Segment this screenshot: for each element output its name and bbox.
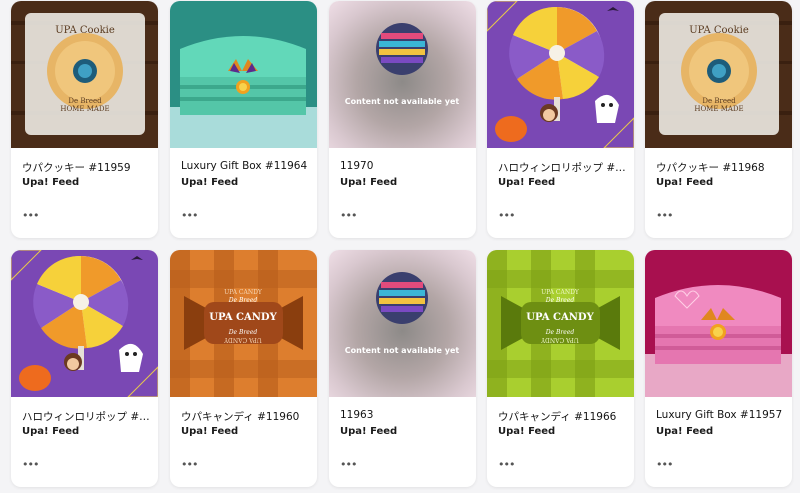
image-text: UPA CANDY <box>526 312 594 323</box>
nft-thumbnail-unavailable[interactable]: Content not available yet <box>329 1 476 148</box>
more-options-icon[interactable]: ••• <box>340 210 358 221</box>
more-options-icon[interactable]: ••• <box>181 459 199 470</box>
nft-title[interactable]: ハロウィンロリポップ #11... <box>22 409 150 424</box>
nft-title[interactable]: 11970 <box>340 160 468 172</box>
nft-thumbnail-cookie[interactable]: UPA Cookie De Breed HOME MADE <box>11 1 158 148</box>
more-options-icon[interactable]: ••• <box>22 459 40 470</box>
image-text: UPA CANDY <box>209 312 277 323</box>
more-options-icon[interactable]: ••• <box>22 210 40 221</box>
image-text: UPA Cookie <box>55 25 115 36</box>
nft-card[interactable]: Content not available yet 11970 Upa! Fee… <box>329 1 476 238</box>
nft-thumbnail-lollipop[interactable] <box>11 250 158 397</box>
nft-card[interactable]: Content not available yet 11963 Upa! Fee… <box>329 250 476 487</box>
collection-name[interactable]: Upa! Feed <box>656 426 713 437</box>
collection-name[interactable]: Upa! Feed <box>181 177 238 188</box>
nft-thumbnail-giftbox[interactable] <box>645 250 792 397</box>
nft-thumbnail-unavailable[interactable]: Content not available yet <box>329 250 476 397</box>
more-options-icon[interactable]: ••• <box>340 459 358 470</box>
nft-title[interactable]: Luxury Gift Box #11957 <box>656 409 784 421</box>
unavailable-message: Content not available yet <box>345 97 460 106</box>
collection-name[interactable]: Upa! Feed <box>340 177 397 188</box>
collection-name[interactable]: Upa! Feed <box>22 426 79 437</box>
nft-card[interactable]: UPA CANDY De Breed UPA CANDY De Breed UP… <box>170 250 317 487</box>
more-options-icon[interactable]: ••• <box>656 459 674 470</box>
nft-card[interactable]: Luxury Gift Box #11957 Upa! Feed ••• <box>645 250 792 487</box>
nft-title[interactable]: ハロウィンロリポップ #11... <box>498 160 626 175</box>
more-options-icon[interactable]: ••• <box>656 210 674 221</box>
image-text: UPA CANDY <box>224 289 263 296</box>
nft-thumbnail-lollipop[interactable] <box>487 1 634 148</box>
image-text: De Breed <box>702 97 736 105</box>
nft-card[interactable]: UPA Cookie De Breed HOME MADE ウパクッキー #11… <box>645 1 792 238</box>
nft-grid: UPA Cookie De Breed HOME MADE ウパクッキー #11… <box>0 0 800 493</box>
nft-title[interactable]: ウパクッキー #11968 <box>656 160 784 175</box>
more-options-icon[interactable]: ••• <box>498 210 516 221</box>
nft-card[interactable]: UPA Cookie De Breed HOME MADE ウパクッキー #11… <box>11 1 158 238</box>
nft-title[interactable]: 11963 <box>340 409 468 421</box>
unavailable-message: Content not available yet <box>345 346 460 355</box>
collection-name[interactable]: Upa! Feed <box>22 177 79 188</box>
image-text: UPA CANDY <box>541 289 580 296</box>
nft-thumbnail-candy[interactable]: UPA CANDY De Breed UPA CANDY De Breed UP… <box>170 250 317 397</box>
nft-title[interactable]: ウパクッキー #11959 <box>22 160 150 175</box>
nft-thumbnail-candy[interactable]: UPA CANDY De Breed UPA CANDY De Breed UP… <box>487 250 634 397</box>
nft-thumbnail-cookie[interactable]: UPA Cookie De Breed HOME MADE <box>645 1 792 148</box>
image-text: UPA CANDY <box>540 336 579 343</box>
nft-title[interactable]: Luxury Gift Box #11964 <box>181 160 309 172</box>
image-text: De Breed <box>68 97 102 105</box>
collection-name[interactable]: Upa! Feed <box>498 177 555 188</box>
image-text: De Breed <box>545 329 575 336</box>
nft-title[interactable]: ウパキャンディ #11966 <box>498 409 626 424</box>
more-options-icon[interactable]: ••• <box>498 459 516 470</box>
more-options-icon[interactable]: ••• <box>181 210 199 221</box>
nft-card[interactable]: Luxury Gift Box #11964 Upa! Feed ••• <box>170 1 317 238</box>
image-text: De Breed <box>228 329 258 336</box>
image-text: HOME MADE <box>60 105 109 113</box>
image-text: De Breed <box>545 297 575 304</box>
collection-name[interactable]: Upa! Feed <box>498 426 555 437</box>
collection-name[interactable]: Upa! Feed <box>340 426 397 437</box>
image-text: HOME MADE <box>694 105 743 113</box>
nft-card[interactable]: UPA CANDY De Breed UPA CANDY De Breed UP… <box>487 250 634 487</box>
nft-card[interactable]: ハロウィンロリポップ #11... Upa! Feed ••• <box>11 250 158 487</box>
image-text: UPA Cookie <box>689 25 749 36</box>
collection-name[interactable]: Upa! Feed <box>181 426 238 437</box>
nft-card[interactable]: ハロウィンロリポップ #11... Upa! Feed ••• <box>487 1 634 238</box>
nft-title[interactable]: ウパキャンディ #11960 <box>181 409 309 424</box>
image-text: UPA CANDY <box>223 336 262 343</box>
collection-name[interactable]: Upa! Feed <box>656 177 713 188</box>
image-text: De Breed <box>228 297 258 304</box>
nft-thumbnail-giftbox[interactable] <box>170 1 317 148</box>
